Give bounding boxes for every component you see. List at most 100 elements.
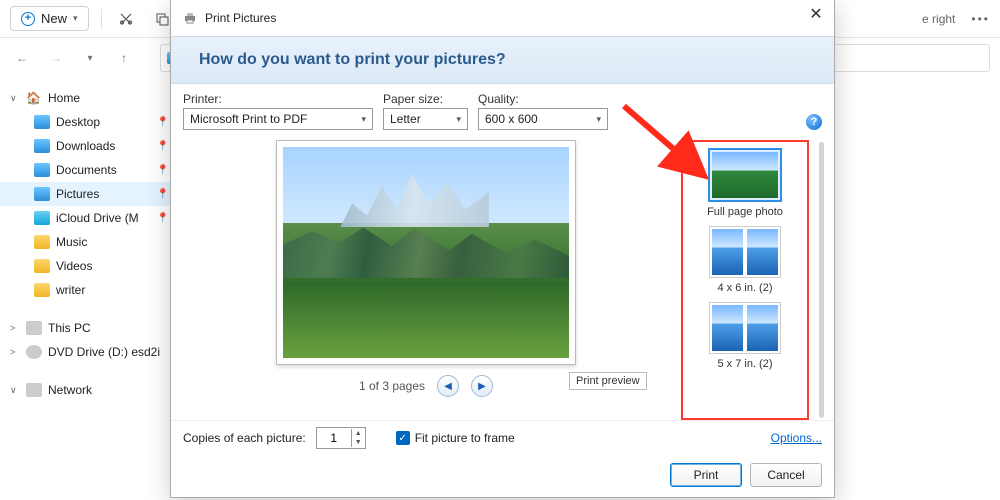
- layout-option[interactable]: 4 x 6 in. (2): [687, 226, 803, 294]
- spin-down[interactable]: ▼: [352, 438, 365, 447]
- printer-label: Printer:: [183, 92, 373, 106]
- printer-value: Microsoft Print to PDF: [190, 112, 307, 126]
- cancel-button[interactable]: Cancel: [750, 463, 822, 487]
- new-button[interactable]: + New ▾: [10, 6, 89, 31]
- tree-item-writer[interactable]: writer: [0, 278, 175, 302]
- chevron-icon: >: [10, 323, 20, 333]
- prev-page-button[interactable]: ◀: [437, 375, 459, 397]
- tree-item-home[interactable]: ∨🏠Home: [0, 86, 175, 110]
- paper-select[interactable]: Letter ▾: [383, 108, 468, 130]
- up-button[interactable]: ↑: [112, 46, 136, 70]
- tree-label: Documents: [56, 163, 117, 177]
- quality-value: 600 x 600: [485, 112, 538, 126]
- pin-icon: 📍: [157, 165, 169, 176]
- folder-icon: [34, 283, 50, 297]
- tree-label: writer: [56, 283, 85, 297]
- print-preview-tooltip: Print preview: [569, 372, 647, 390]
- tree-item-pictures[interactable]: Pictures 📍: [0, 182, 175, 206]
- pin-icon: 📍: [157, 189, 169, 200]
- photo-preview: [283, 147, 569, 358]
- scissors-icon: [118, 11, 134, 27]
- scrollbar[interactable]: [819, 142, 824, 418]
- pin-icon: 📍: [157, 213, 169, 224]
- chevron-icon: ∨: [10, 385, 20, 396]
- folder-icon: [34, 163, 50, 177]
- dialog-banner: How do you want to print your pictures?: [171, 36, 834, 84]
- recent-chevron[interactable]: ▾: [78, 46, 102, 70]
- printer-select[interactable]: Microsoft Print to PDF ▾: [183, 108, 373, 130]
- spin-up[interactable]: ▲: [352, 429, 365, 438]
- tree-label: Downloads: [56, 139, 115, 153]
- layout-option[interactable]: Full page photo: [687, 148, 803, 218]
- tree-label: iCloud Drive (M: [56, 211, 139, 225]
- options-link[interactable]: Options...: [771, 431, 822, 445]
- copies-spinner[interactable]: ▲▼: [316, 427, 366, 449]
- dialog-footer-options: Copies of each picture: ▲▼ ✓ Fit picture…: [171, 420, 834, 455]
- layout-label: Full page photo: [707, 206, 783, 218]
- tree-label: Pictures: [56, 187, 99, 201]
- more-button[interactable]: •••: [971, 12, 990, 26]
- tree-item-videos[interactable]: Videos: [0, 254, 175, 278]
- tree-item-dvd-drive-d-esd2i[interactable]: > DVD Drive (D:) esd2i: [0, 340, 175, 364]
- dialog-title: Print Pictures: [205, 11, 276, 25]
- layout-label: 4 x 6 in. (2): [717, 282, 772, 294]
- chevron-icon: ∨: [10, 93, 20, 104]
- tree-label: DVD Drive (D:) esd2i: [48, 345, 160, 359]
- tree-label: Music: [56, 235, 87, 249]
- folder-icon: [34, 187, 50, 201]
- folder-icon: [34, 235, 50, 249]
- print-button[interactable]: Print: [670, 463, 742, 487]
- forward-button[interactable]: →: [44, 46, 68, 70]
- back-button[interactable]: ←: [10, 46, 34, 70]
- tree-item-music[interactable]: Music: [0, 230, 175, 254]
- tree-item-desktop[interactable]: Desktop 📍: [0, 110, 175, 134]
- quality-select[interactable]: 600 x 600 ▾: [478, 108, 608, 130]
- folder-icon: [34, 139, 50, 153]
- folder-icon: [26, 321, 42, 335]
- page-status: 1 of 3 pages: [359, 379, 425, 393]
- layout-list: Full page photo 4 x 6 in. (2) 5 x 7 in. (2…: [681, 140, 809, 420]
- folder-icon: [34, 115, 50, 129]
- new-label: New: [41, 11, 67, 26]
- chevron-down-icon: ▾: [73, 13, 78, 24]
- printer-icon: [183, 11, 197, 25]
- chevron-down-icon: ▾: [596, 114, 601, 125]
- chevron-icon: >: [10, 347, 20, 357]
- tree-label: Desktop: [56, 115, 100, 129]
- copies-label: Copies of each picture:: [183, 431, 306, 445]
- pin-icon: 📍: [157, 117, 169, 128]
- dialog-footer-buttons: Print Cancel: [171, 455, 834, 497]
- layout-label: 5 x 7 in. (2): [717, 358, 772, 370]
- tree-label: Network: [48, 383, 92, 397]
- dialog-titlebar: Print Pictures: [171, 0, 834, 36]
- paper-label: Paper size:: [383, 92, 468, 106]
- close-button[interactable]: ✕: [806, 4, 826, 24]
- page-preview: [276, 140, 576, 365]
- chevron-down-icon: ▾: [361, 114, 366, 125]
- ribbon-right: e right •••: [922, 12, 990, 26]
- tree-item-this-pc[interactable]: > This PC: [0, 316, 175, 340]
- quality-label: Quality:: [478, 92, 608, 106]
- fit-label: Fit picture to frame: [415, 431, 515, 445]
- copy-icon: [154, 11, 170, 27]
- folder-icon: [34, 259, 50, 273]
- copies-input[interactable]: [317, 431, 351, 445]
- ribbon-right-text: e right: [922, 12, 955, 26]
- tree-item-icloud-drive-m[interactable]: iCloud Drive (M 📍: [0, 206, 175, 230]
- print-settings-row: Printer: Microsoft Print to PDF ▾ Paper …: [171, 84, 834, 136]
- print-pictures-dialog: ✕ Print Pictures How do you want to prin…: [170, 0, 835, 498]
- tree-item-network[interactable]: ∨ Network: [0, 378, 175, 402]
- cut-button[interactable]: [114, 7, 138, 31]
- folder-icon: [26, 345, 42, 359]
- layout-option[interactable]: 5 x 7 in. (2): [687, 302, 803, 370]
- nav-tree: ∨🏠HomeDesktop📍Downloads📍Documents📍Pictur…: [0, 78, 175, 500]
- help-button[interactable]: ?: [806, 114, 822, 130]
- fit-checkbox[interactable]: ✓: [396, 431, 410, 445]
- tree-item-downloads[interactable]: Downloads📍: [0, 134, 175, 158]
- tree-item-documents[interactable]: Documents 📍: [0, 158, 175, 182]
- paper-value: Letter: [390, 112, 421, 126]
- separator: [101, 9, 102, 29]
- next-page-button[interactable]: ▶: [471, 375, 493, 397]
- tree-label: This PC: [48, 321, 91, 335]
- folder-icon: [26, 383, 42, 397]
